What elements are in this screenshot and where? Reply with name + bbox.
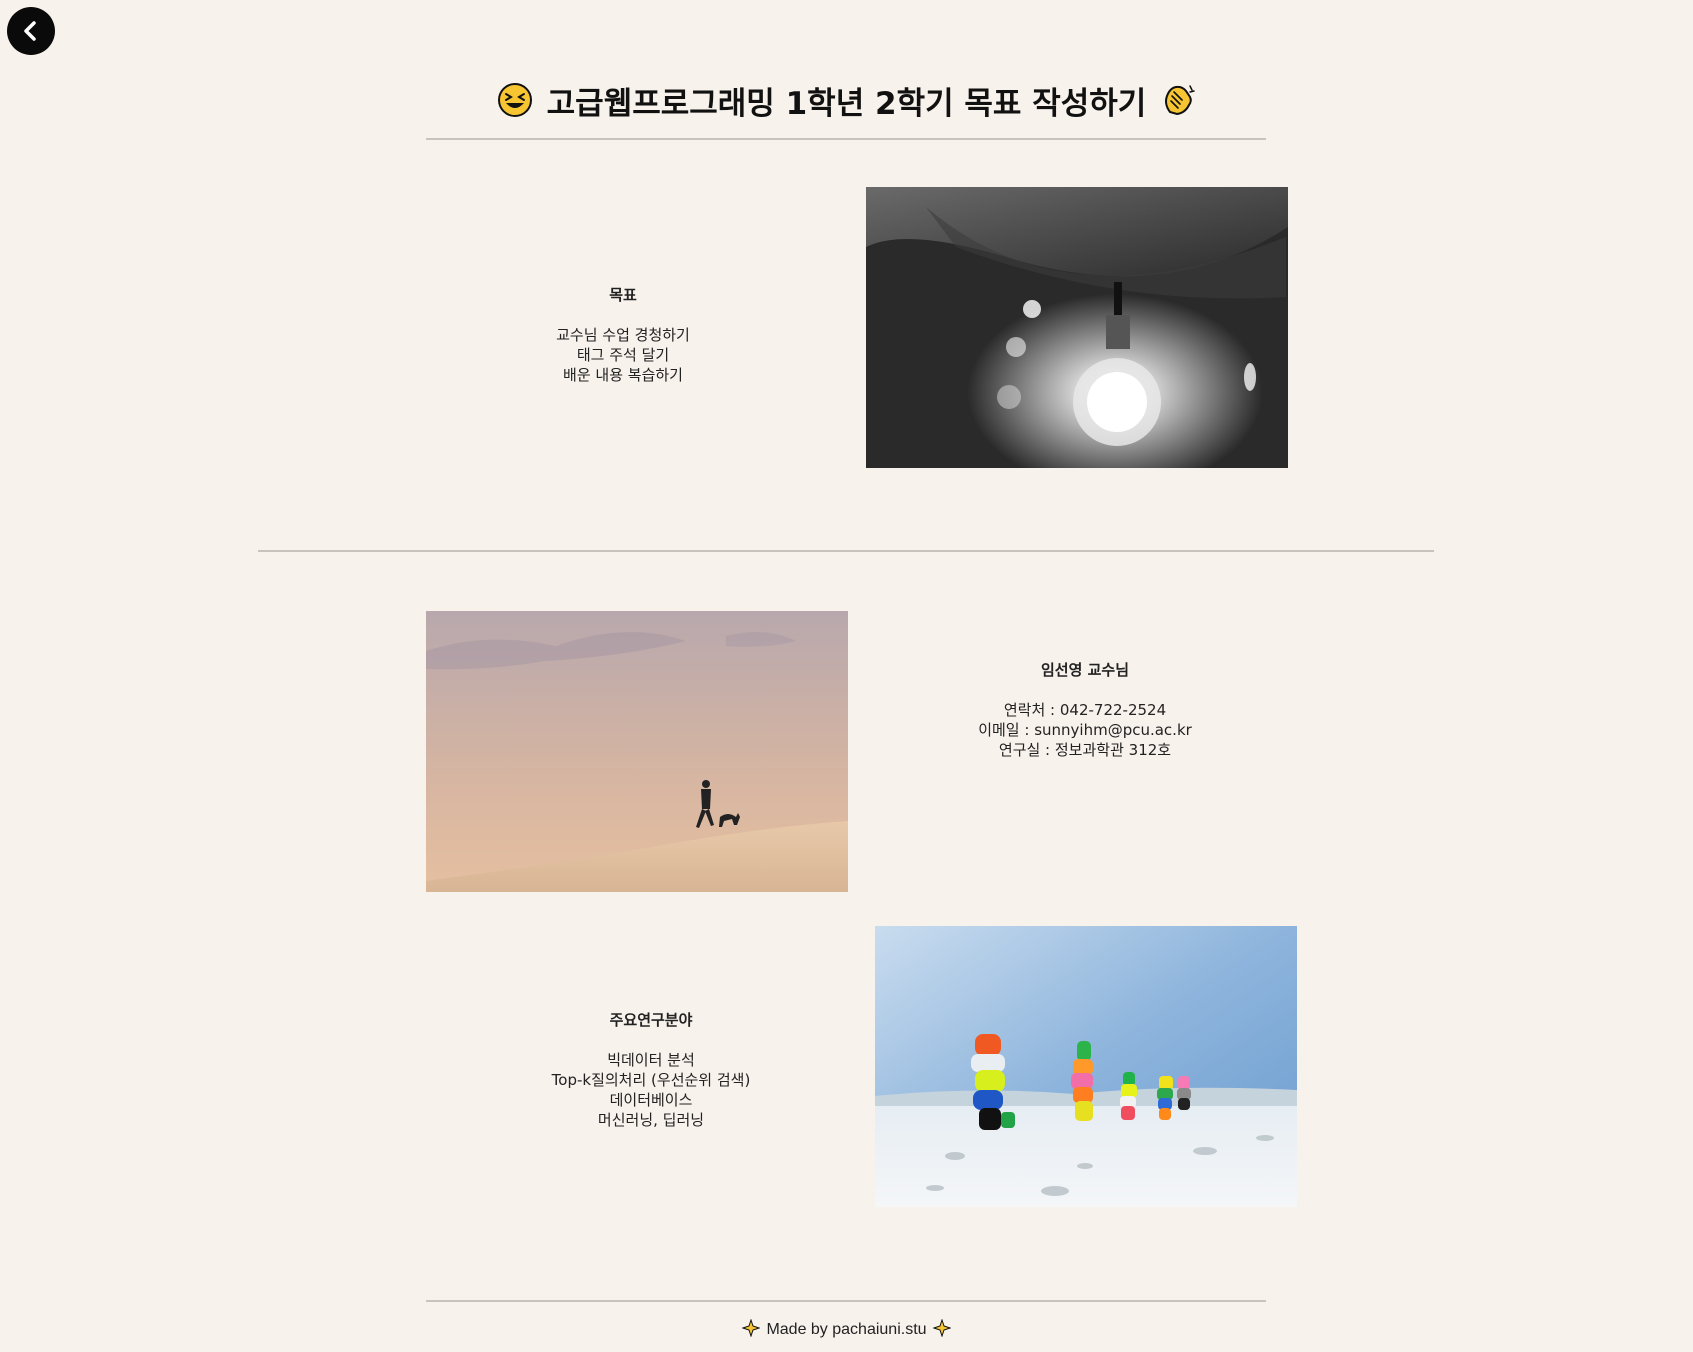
divider-middle: [258, 550, 1434, 552]
goal-item: 배운 내용 복습하기: [563, 366, 683, 384]
research-heading: 주요연구분야: [609, 1011, 693, 1029]
sparkles-icon: [741, 1317, 762, 1342]
research-item: Top-k질의처리 (우선순위 검색): [551, 1071, 751, 1089]
research-item: 데이터베이스: [609, 1091, 693, 1109]
research-item: 머신러닝, 딥러닝: [597, 1111, 705, 1129]
research-text: 주요연구분야 빅데이터 분석 Top-k질의처리 (우선순위 검색) 데이터베이…: [531, 1010, 771, 1130]
professor-info-item: 연락처 : 042-722-2524: [1003, 701, 1167, 719]
divider-top: [426, 138, 1266, 140]
professor-info-item: 연구실 : 정보과학관 312호: [998, 741, 1172, 759]
colorful-rocks-photo: [875, 926, 1297, 1207]
footer-text: Made by pachaiuni.stu: [766, 1321, 927, 1338]
professor-info-item: 이메일 : sunnyihm@pcu.ac.kr: [978, 721, 1192, 739]
goal-item: 교수님 수업 경청하기: [556, 326, 690, 344]
desert-walk-photo: [426, 611, 848, 892]
professor-heading: 임선영 교수님: [1040, 661, 1130, 679]
laughing-face-icon: [497, 82, 533, 118]
goals-text: 목표 교수님 수업 경청하기 태그 주석 달기 배운 내용 복습하기: [523, 285, 723, 385]
research-item: 빅데이터 분석: [607, 1051, 695, 1069]
clapping-hands-icon: [1160, 82, 1196, 118]
lightbulb-photo: [866, 187, 1288, 468]
page-title-text: 고급웹프로그래밍 1학년 2학기 목표 작성하기: [546, 85, 1147, 122]
footer: Made by pachaiuni.stu: [0, 1317, 1693, 1342]
professor-text: 임선영 교수님 연락처 : 042-722-2524 이메일 : sunnyih…: [955, 660, 1215, 760]
goals-heading: 목표: [609, 286, 637, 304]
goal-item: 태그 주석 달기: [576, 346, 670, 364]
page-title: 고급웹프로그래밍 1학년 2학기 목표 작성하기: [0, 74, 1693, 126]
sparkles-icon: [931, 1317, 952, 1342]
divider-bottom: [426, 1300, 1266, 1302]
chevron-left-icon: [24, 21, 36, 41]
back-button[interactable]: [7, 7, 55, 55]
